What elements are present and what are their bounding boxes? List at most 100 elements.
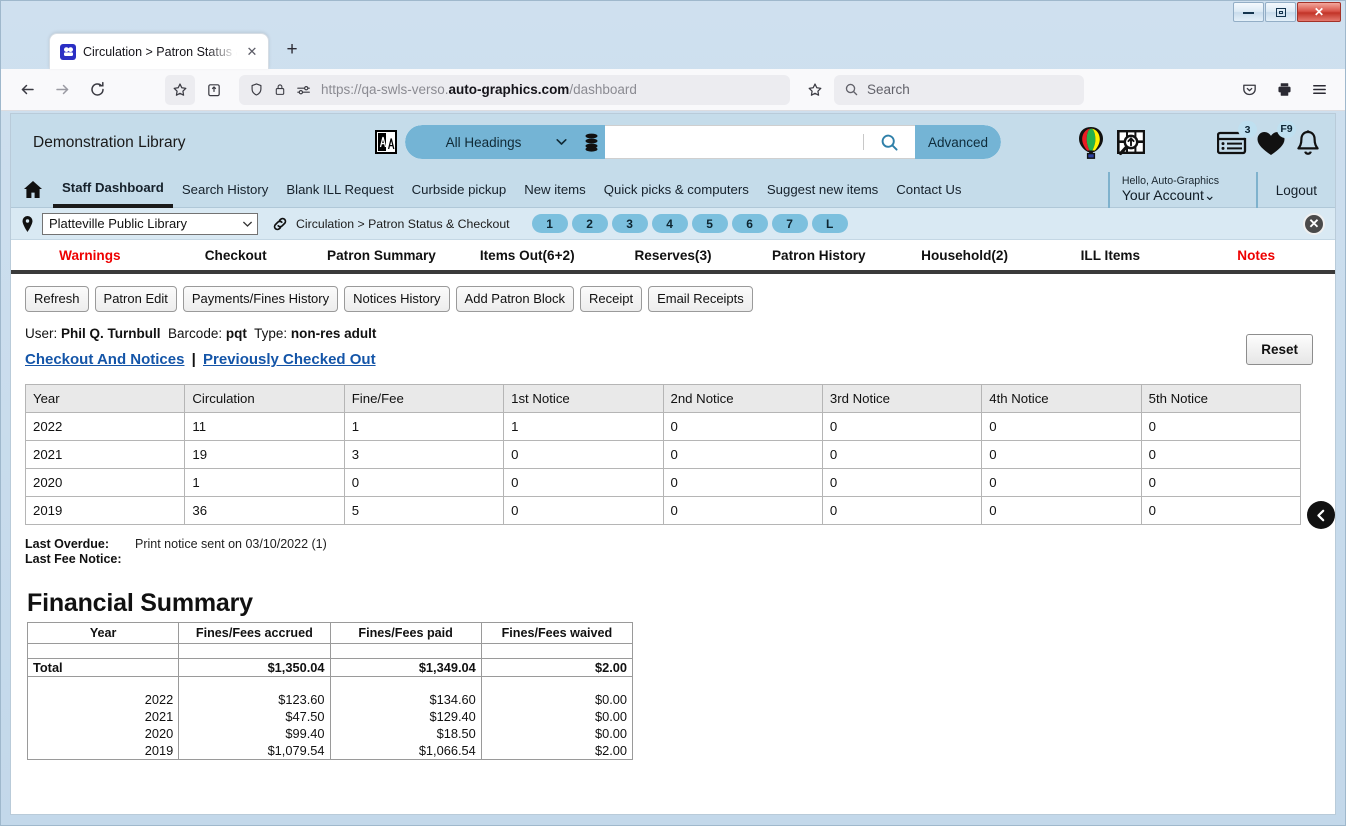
close-icon[interactable]: ✕ xyxy=(244,44,260,60)
notices-history-button[interactable]: Notices History xyxy=(344,286,450,313)
cell: $0.00 xyxy=(480,708,634,726)
browser-tab[interactable]: Circulation > Patron Status & C ✕ xyxy=(49,33,269,69)
heart-badge: F9 xyxy=(1277,120,1296,138)
minimize-button[interactable] xyxy=(1233,2,1264,22)
bookmark-star-icon[interactable] xyxy=(165,74,195,105)
pocket-icon[interactable] xyxy=(1233,75,1265,105)
cell: 5 xyxy=(343,496,505,526)
browser-window: ✕ Circulation > Patron Status & C ✕ + xyxy=(0,0,1346,826)
cell: $1,079.54 xyxy=(178,742,331,761)
tab-checkout[interactable]: Checkout xyxy=(163,248,309,263)
close-window-button[interactable]: ✕ xyxy=(1297,2,1341,22)
tab-notes[interactable]: Notes xyxy=(1183,248,1329,263)
nav-item-quick-picks-computers[interactable]: Quick picks & computers xyxy=(595,172,758,208)
translate-icon[interactable] xyxy=(374,129,398,155)
cell: 2019 xyxy=(26,742,180,761)
cell: $129.40 xyxy=(329,708,482,726)
balloon-icon[interactable] xyxy=(1076,126,1106,160)
heart-icon[interactable]: F9 xyxy=(1256,120,1296,157)
url-bar[interactable]: https://qa-swls-verso.auto-graphics.com/… xyxy=(239,74,790,105)
tab-patron-summary[interactable]: Patron Summary xyxy=(309,248,455,263)
application-frame: Demonstration Library All Headings Advan… xyxy=(10,113,1336,815)
checkout-and-notices-link[interactable]: Checkout And Notices xyxy=(25,351,184,368)
cell: $1,350.04 xyxy=(178,657,331,677)
cell: 2020 xyxy=(24,468,186,498)
session-pill-5[interactable]: 5 xyxy=(691,214,728,233)
session-pill-3[interactable]: 3 xyxy=(611,214,648,233)
title-bar: ✕ xyxy=(1,1,1345,29)
cell xyxy=(26,676,180,692)
new-tab-button[interactable]: + xyxy=(277,35,307,65)
patron-edit-button[interactable]: Patron Edit xyxy=(94,286,177,313)
previously-checked-out-link[interactable]: Previously Checked Out xyxy=(203,351,376,368)
payments-fines-history-button[interactable]: Payments/Fines History xyxy=(182,286,339,313)
tab-items-out[interactable]: Items Out(6+2) xyxy=(454,248,600,263)
session-pill-7[interactable]: 7 xyxy=(771,214,808,233)
bell-icon[interactable] xyxy=(1295,129,1321,158)
cell xyxy=(480,643,634,659)
lock-icon[interactable] xyxy=(273,82,287,97)
forward-arrow-icon[interactable] xyxy=(46,75,78,105)
shield-icon[interactable] xyxy=(249,82,264,97)
library-location-value: Platteville Public Library xyxy=(49,216,188,231)
nav-item-suggest-new-items[interactable]: Suggest new items xyxy=(758,172,887,208)
hamburger-menu-icon[interactable] xyxy=(1303,75,1335,105)
cell: 2022 xyxy=(26,691,180,709)
add-patron-block-button[interactable]: Add Patron Block xyxy=(455,286,574,313)
catalog-search-input[interactable] xyxy=(605,125,863,159)
tab-reserves[interactable]: Reserves(3) xyxy=(600,248,746,263)
session-pill-l[interactable]: L xyxy=(811,214,848,233)
user-label: User: xyxy=(25,326,58,342)
search-icon[interactable] xyxy=(863,125,915,159)
session-pill-2[interactable]: 2 xyxy=(571,214,608,233)
tab-patron-history[interactable]: Patron History xyxy=(746,248,892,263)
session-pill-6[interactable]: 6 xyxy=(731,214,768,233)
notices-summary: Last Overdue: Print notice sent on 03/10… xyxy=(25,537,545,567)
browser-tab-strip: Circulation > Patron Status & C ✕ + xyxy=(1,29,1345,69)
refresh-button[interactable]: Refresh xyxy=(25,286,89,313)
book-search-icon[interactable] xyxy=(1115,127,1147,159)
session-pill-1[interactable]: 1 xyxy=(531,214,568,233)
account-menu[interactable]: Hello, Auto-Graphics Your Account⌄ xyxy=(1107,172,1219,208)
library-location-select[interactable]: Platteville Public Library xyxy=(42,212,258,235)
bookmark-this-page-icon[interactable] xyxy=(799,75,831,105)
close-session-button[interactable]: ✕ xyxy=(1303,213,1325,235)
session-pill-4[interactable]: 4 xyxy=(651,214,688,233)
back-arrow-icon[interactable] xyxy=(11,75,43,105)
logout-link[interactable]: Logout xyxy=(1255,172,1317,208)
table-spacer-row xyxy=(26,643,634,659)
reset-button[interactable]: Reset xyxy=(1246,334,1313,365)
permissions-icon[interactable] xyxy=(296,83,312,97)
nav-item-blank-ill-request[interactable]: Blank ILL Request xyxy=(277,172,402,208)
patron-links: Checkout And Notices | Previously Checke… xyxy=(25,351,1321,368)
reload-icon[interactable] xyxy=(81,75,113,105)
verso-favicon xyxy=(60,43,76,60)
tab-ill-items[interactable]: ILL Items xyxy=(1037,248,1183,263)
cell: 0 xyxy=(821,496,983,526)
link-chain-icon[interactable] xyxy=(272,216,288,232)
list-icon[interactable]: 3 xyxy=(1217,121,1257,156)
advanced-search-button[interactable]: Advanced xyxy=(915,125,1002,159)
print-icon[interactable] xyxy=(1268,75,1300,105)
tab-warnings[interactable]: Warnings xyxy=(17,248,163,263)
table-header-row: Year Fines/Fees accrued Fines/Fees paid … xyxy=(26,621,634,644)
database-icon[interactable] xyxy=(577,125,605,159)
nav-item-new-items[interactable]: New items xyxy=(515,172,595,208)
home-icon[interactable] xyxy=(23,180,43,199)
table-row: 2020 1 0 0 0 0 0 0 xyxy=(24,468,1302,498)
search-input[interactable]: Search xyxy=(833,74,1084,105)
pocket-save-icon[interactable] xyxy=(198,75,230,105)
email-receipts-button[interactable]: Email Receipts xyxy=(648,286,753,313)
nav-item-staff-dashboard[interactable]: Staff Dashboard xyxy=(53,172,173,208)
cell: 0 xyxy=(343,468,505,498)
nav-item-contact-us[interactable]: Contact Us xyxy=(887,172,970,208)
receipt-button[interactable]: Receipt xyxy=(580,286,643,313)
chevron-left-icon[interactable] xyxy=(1307,501,1335,530)
tab-household[interactable]: Household(2) xyxy=(892,248,1038,263)
cell: $123.60 xyxy=(178,691,331,709)
cell xyxy=(329,643,482,659)
nav-item-curbside-pickup[interactable]: Curbside pickup xyxy=(403,172,516,208)
nav-item-search-history[interactable]: Search History xyxy=(173,172,277,208)
search-scope-select[interactable]: All Headings xyxy=(405,125,577,159)
maximize-button[interactable] xyxy=(1265,2,1296,22)
